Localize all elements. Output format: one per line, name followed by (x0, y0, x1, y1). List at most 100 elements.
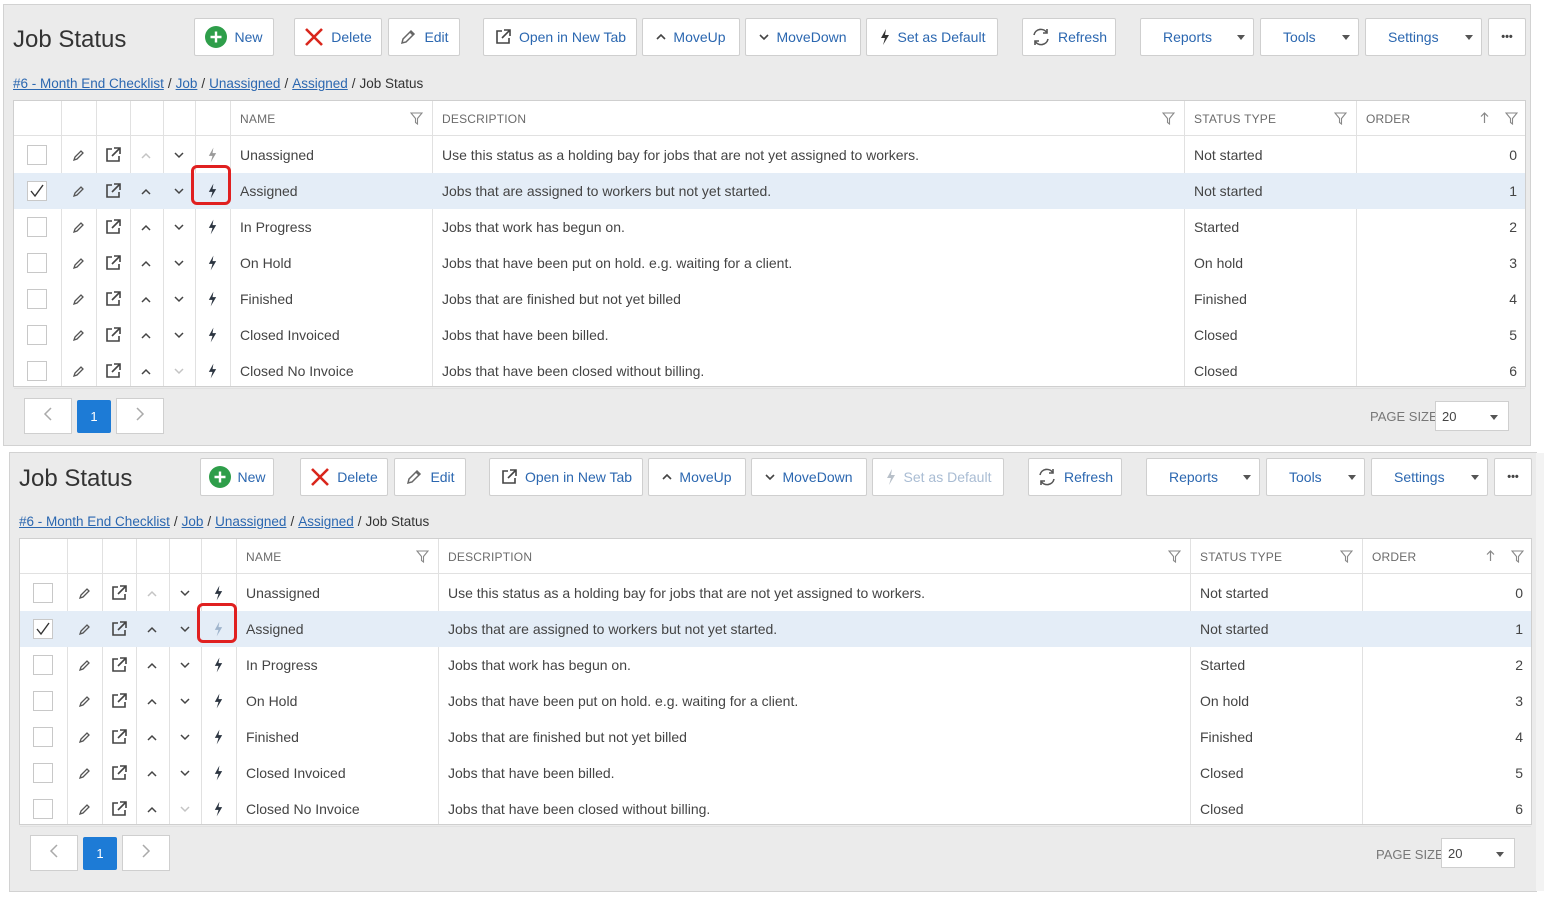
new-button[interactable]: New (194, 18, 274, 56)
page-size-select[interactable]: 20 (1441, 838, 1515, 868)
refresh-button[interactable]: Refresh (1022, 18, 1116, 56)
page-1-button[interactable]: 1 (83, 837, 117, 870)
breadcrumb-link-job[interactable]: Job (176, 76, 198, 91)
row-checkbox[interactable] (33, 727, 53, 747)
row-move-down-icon[interactable] (174, 317, 184, 353)
page-1-button[interactable]: 1 (77, 400, 111, 433)
column-header-order[interactable]: ORDER (1366, 112, 1410, 126)
table-row[interactable]: On Hold Jobs that have been put on hold. … (14, 245, 1525, 281)
row-open-tab-icon[interactable] (110, 683, 128, 719)
row-edit-icon[interactable] (72, 353, 86, 389)
edit-button[interactable]: Edit (394, 458, 466, 496)
column-header-status-type[interactable]: STATUS TYPE (1200, 550, 1282, 564)
column-header-name[interactable]: NAME (246, 550, 281, 564)
refresh-button[interactable]: Refresh (1028, 458, 1122, 496)
row-edit-icon[interactable] (78, 719, 92, 755)
row-checkbox[interactable] (33, 799, 53, 819)
row-edit-icon[interactable] (78, 683, 92, 719)
page-size-select[interactable]: 20 (1435, 401, 1509, 431)
row-checkbox[interactable] (33, 619, 53, 639)
row-edit-icon[interactable] (72, 209, 86, 245)
column-header-status-type[interactable]: STATUS TYPE (1194, 112, 1276, 126)
settings-dropdown[interactable]: Settings (1365, 18, 1482, 56)
row-open-tab-icon[interactable] (104, 353, 122, 389)
table-row[interactable]: Closed No Invoice Jobs that have been clo… (14, 353, 1525, 389)
breadcrumb-link-job[interactable]: Job (182, 514, 204, 529)
row-move-down-icon[interactable] (180, 683, 190, 719)
set-default-button[interactable]: Set as Default (866, 18, 998, 56)
next-page-button[interactable] (122, 835, 170, 871)
row-set-default-icon[interactable] (213, 683, 224, 719)
row-checkbox[interactable] (27, 289, 47, 309)
row-move-down-icon[interactable] (174, 173, 184, 209)
tools-dropdown[interactable]: Tools (1266, 458, 1365, 496)
prev-page-button[interactable] (24, 398, 72, 434)
row-move-up-icon[interactable] (147, 611, 157, 647)
table-row[interactable]: Unassigned Use this status as a holding b… (20, 575, 1531, 611)
table-row[interactable]: Finished Jobs that are finished but not y… (20, 719, 1531, 755)
table-row[interactable]: Unassigned Use this status as a holding b… (14, 137, 1525, 173)
row-move-up-icon[interactable] (147, 575, 157, 611)
sort-ascending-icon[interactable] (1480, 111, 1489, 129)
row-move-up-icon[interactable] (147, 755, 157, 791)
row-open-tab-icon[interactable] (104, 281, 122, 317)
row-move-up-icon[interactable] (141, 281, 151, 317)
row-open-tab-icon[interactable] (110, 791, 128, 827)
row-edit-icon[interactable] (78, 791, 92, 827)
row-move-up-icon[interactable] (141, 173, 151, 209)
row-open-tab-icon[interactable] (104, 245, 122, 281)
row-open-tab-icon[interactable] (110, 719, 128, 755)
row-move-down-icon[interactable] (174, 353, 184, 389)
row-checkbox[interactable] (27, 325, 47, 345)
prev-page-button[interactable] (30, 835, 78, 871)
breadcrumb-link-assigned[interactable]: Assigned (298, 514, 354, 529)
row-checkbox[interactable] (27, 253, 47, 273)
row-open-tab-icon[interactable] (104, 173, 122, 209)
filter-icon[interactable] (415, 550, 430, 568)
column-header-order[interactable]: ORDER (1372, 550, 1416, 564)
filter-icon[interactable] (1504, 112, 1519, 130)
breadcrumb-link-checklist[interactable]: #6 - Month End Checklist (13, 76, 164, 91)
row-edit-icon[interactable] (78, 611, 92, 647)
filter-icon[interactable] (1510, 550, 1525, 568)
row-move-down-icon[interactable] (174, 281, 184, 317)
row-open-tab-icon[interactable] (104, 317, 122, 353)
row-checkbox[interactable] (33, 655, 53, 675)
row-set-default-icon[interactable] (213, 755, 224, 791)
row-move-up-icon[interactable] (141, 317, 151, 353)
row-edit-icon[interactable] (78, 647, 92, 683)
filter-icon[interactable] (1333, 112, 1348, 130)
row-move-up-icon[interactable] (141, 209, 151, 245)
row-move-up-icon[interactable] (141, 353, 151, 389)
filter-icon[interactable] (1339, 550, 1354, 568)
row-edit-icon[interactable] (72, 137, 86, 173)
row-set-default-icon[interactable] (207, 281, 218, 317)
table-row[interactable]: Closed Invoiced Jobs that have been bille… (14, 317, 1525, 353)
row-move-up-icon[interactable] (147, 683, 157, 719)
table-row[interactable]: Assigned Jobs that are assigned to worker… (14, 173, 1525, 209)
filter-icon[interactable] (1167, 550, 1182, 568)
reports-dropdown[interactable]: Reports (1140, 18, 1254, 56)
column-header-description[interactable]: DESCRIPTION (442, 112, 526, 126)
row-set-default-icon[interactable] (207, 353, 218, 389)
row-move-down-icon[interactable] (180, 647, 190, 683)
row-checkbox[interactable] (27, 361, 47, 381)
row-move-down-icon[interactable] (180, 791, 190, 827)
row-open-tab-icon[interactable] (104, 209, 122, 245)
column-header-description[interactable]: DESCRIPTION (448, 550, 532, 564)
table-row[interactable]: Assigned Jobs that are assigned to worker… (20, 611, 1531, 647)
row-edit-icon[interactable] (72, 281, 86, 317)
open-new-tab-button[interactable]: Open in New Tab (489, 458, 643, 496)
open-new-tab-button[interactable]: Open in New Tab (483, 18, 637, 56)
more-button[interactable]: ••• (1488, 18, 1526, 56)
delete-button[interactable]: Delete (294, 18, 382, 56)
movedown-button[interactable]: MoveDown (745, 18, 861, 56)
row-move-down-icon[interactable] (174, 209, 184, 245)
row-move-up-icon[interactable] (147, 791, 157, 827)
row-edit-icon[interactable] (78, 755, 92, 791)
settings-dropdown[interactable]: Settings (1371, 458, 1488, 496)
moveup-button[interactable]: MoveUp (648, 458, 746, 496)
row-move-down-icon[interactable] (174, 245, 184, 281)
filter-icon[interactable] (1161, 112, 1176, 130)
next-page-button[interactable] (116, 398, 164, 434)
